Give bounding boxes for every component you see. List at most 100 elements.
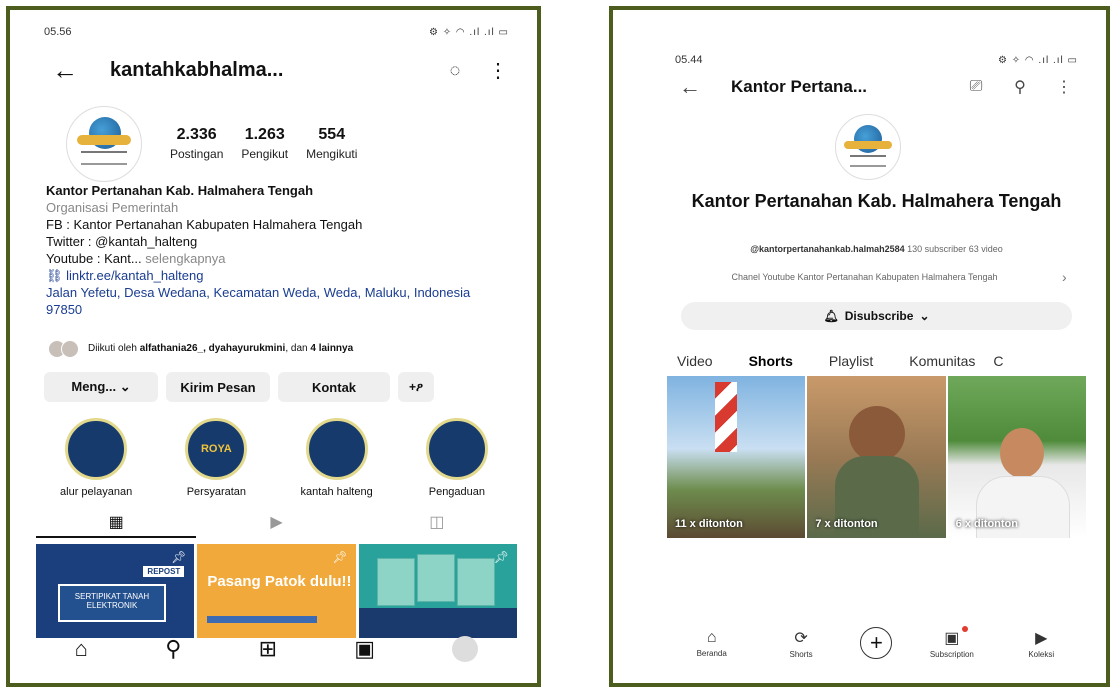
back-arrow-icon[interactable]: ← — [42, 55, 110, 86]
profile-stats: 2.336 Postingan 1.263 Pengikut 554 Mengi… — [170, 126, 509, 161]
bottom-navigation: ⌂ Beranda ⟳ Shorts + ▣ Subscription ▶ Ko… — [667, 619, 1086, 667]
person-graphic — [999, 428, 1044, 478]
short-thumbnail[interactable]: 6 x ditonton — [947, 376, 1086, 538]
channel-avatar[interactable] — [835, 114, 901, 180]
profile-action-buttons: Meng... ⌄ Kirim Pesan Kontak +ዖ — [44, 372, 509, 402]
stat-followers[interactable]: 1.263 Pengikut — [241, 126, 288, 161]
create-plus-icon[interactable]: + — [860, 627, 893, 659]
post-thumbnail[interactable]: 📌︎ Pasang Patok dulu!! — [197, 544, 356, 638]
search-icon[interactable]: ⚲ — [165, 636, 181, 662]
reels-tab-icon[interactable]: ▶ — [196, 512, 356, 538]
nav-library[interactable]: ▶ Koleksi — [1011, 628, 1071, 659]
more-options-icon[interactable]: ⋮ — [1042, 77, 1086, 97]
subscriber-count: 130 subscriber — [907, 244, 967, 254]
tab-community[interactable]: Komunitas — [887, 353, 989, 369]
short-thumbnail[interactable]: 7 x ditonton — [807, 376, 946, 538]
bio-youtube-line: Youtube : Kant... selengkapnya — [46, 250, 507, 267]
nav-home-label: Beranda — [696, 648, 727, 658]
stat-following[interactable]: 554 Mengikuti — [306, 126, 357, 161]
stat-following-label: Mengikuti — [306, 147, 358, 161]
link-icon: ⛓ — [46, 268, 63, 283]
bell-icon: 🔔︎ — [823, 309, 839, 323]
instagram-screenshot-frame: 05.56 ⚙ ✧ ◠ .ıl .ıl ▭ ← kantahkabhalma..… — [6, 6, 541, 687]
short-views: 7 x ditonton — [815, 518, 878, 530]
highlight-label: Persyaratan — [186, 486, 247, 498]
followed-by-prefix: Diikuti oleh — [88, 343, 137, 354]
see-more-link[interactable]: selengkapnya — [145, 251, 225, 266]
highlight-cover: ROYA — [185, 418, 248, 480]
profile-bio: Kantor Pertanahan Kab. Halmahera Tengah … — [46, 182, 507, 318]
post-graphic — [416, 554, 455, 602]
status-icons: ⚙ ✧ ◠ .ıl .ıl ▭ — [429, 26, 509, 38]
nav-shorts[interactable]: ⟳ Shorts — [771, 628, 831, 659]
highlight-cover — [425, 418, 488, 480]
subscribed-button[interactable]: 🔔︎ Disubscribe ⌄ — [681, 302, 1072, 330]
subscription-icon: ▣ — [944, 629, 960, 647]
bio-link: linktr.ee/kantah_halteng — [66, 268, 204, 283]
contact-button[interactable]: Kontak — [278, 372, 390, 402]
grid-tab-icon[interactable]: ▦ — [36, 512, 197, 538]
highlight-pengaduan[interactable]: Pengaduan — [407, 418, 507, 504]
followed-by-text: Diikuti oleh alfathania26_, dyahayurukmi… — [88, 343, 353, 355]
nav-home[interactable]: ⌂ Beranda — [682, 629, 742, 658]
home-icon: ⌂ — [706, 628, 717, 646]
bio-category: Organisasi Pemerintah — [46, 200, 179, 215]
person-graphic — [849, 406, 906, 462]
send-message-button[interactable]: Kirim Pesan — [166, 372, 270, 402]
channel-description: Chanel Youtube Kantor Pertanahan Kabupat… — [731, 272, 998, 282]
channel-meta: @kantorpertanahankab.halmah2584 130 subs… — [667, 244, 1086, 254]
bio-facebook: FB : Kantor Pertanahan Kabupaten Halmahe… — [46, 217, 363, 232]
short-views: 11 x ditonton — [675, 518, 743, 530]
post-thumbnail[interactable]: 📌︎ REPOST SERTIPIKAT TANAH ELEKTRONIK — [36, 544, 195, 638]
highlight-persyaratan[interactable]: ROYA Persyaratan — [166, 418, 266, 504]
bio-link-line[interactable]: ⛓ linktr.ee/kantah_halteng — [46, 267, 507, 284]
post-headline: Pasang Patok dulu!! — [207, 573, 352, 590]
stat-following-value: 554 — [318, 126, 346, 143]
post-graphic: SERTIPIKAT TANAH ELEKTRONIK — [58, 584, 166, 622]
tab-playlist[interactable]: Playlist — [807, 353, 887, 369]
back-arrow-icon[interactable]: ← — [667, 74, 731, 100]
notification-bell-icon[interactable]: ◌ — [425, 60, 485, 81]
add-post-icon[interactable]: ⊞ — [259, 636, 277, 662]
post-thumbnail[interactable]: 📌︎ — [358, 544, 517, 638]
nav-library-label: Koleksi — [1028, 649, 1055, 659]
bio-name: Kantor Pertanahan Kab. Halmahera Tengah — [46, 183, 314, 198]
repost-tag: REPOST — [143, 566, 185, 577]
highlight-kantah-halteng[interactable]: kantah halteng — [287, 418, 387, 504]
stat-posts-value: 2.336 — [176, 126, 217, 143]
status-time: 05.56 — [44, 26, 72, 38]
profile-summary: 2.336 Postingan 1.263 Pengikut 554 Mengi… — [44, 102, 509, 182]
tab-video[interactable]: Video — [667, 353, 727, 369]
tab-truncated[interactable]: C — [989, 353, 1017, 369]
following-button[interactable]: Meng... ⌄ — [44, 372, 158, 402]
search-icon[interactable]: ⚲ — [998, 77, 1042, 97]
bio-address[interactable]: Jalan Yefetu, Desa Wedana, Kecamatan Wed… — [46, 284, 507, 318]
followed-by-and: , dan — [285, 343, 308, 354]
tab-shorts[interactable]: Shorts — [727, 353, 807, 369]
profile-username: kantahkabhalma... — [110, 58, 284, 81]
chevron-right-icon: › — [1062, 269, 1067, 285]
pin-icon: 📌︎ — [332, 550, 348, 564]
profile-avatar-icon[interactable] — [452, 636, 479, 662]
cast-icon[interactable]: ⎚ — [954, 78, 998, 96]
followed-by[interactable]: Diikuti oleh alfathania26_, dyahayurukmi… — [48, 334, 509, 364]
status-icons: ⚙ ✧ ◠ .ıl .ıl ▭ — [998, 54, 1078, 66]
reels-icon[interactable]: ▣ — [354, 636, 375, 662]
agency-logo-wing — [844, 141, 892, 149]
tagged-tab-icon[interactable]: ◫ — [357, 512, 517, 538]
highlight-alur-pelayanan[interactable]: alur pelayanan — [46, 418, 146, 504]
channel-description-row[interactable]: Chanel Youtube Kantor Pertanahan Kabupat… — [667, 262, 1086, 292]
status-bar: 05.44 ⚙ ✧ ◠ .ıl .ıl ▭ — [675, 50, 1078, 70]
stat-posts[interactable]: 2.336 Postingan — [170, 126, 223, 161]
agency-logo-wing — [77, 135, 131, 145]
posts-grid: 📌︎ REPOST SERTIPIKAT TANAH ELEKTRONIK 📌︎… — [36, 544, 517, 638]
home-icon[interactable]: ⌂ — [75, 636, 88, 662]
suggest-user-icon[interactable]: +ዖ — [398, 372, 434, 402]
nav-subscription-label: Subscription — [929, 649, 974, 659]
subscribed-label: Disubscribe — [844, 309, 914, 323]
nav-subscription[interactable]: ▣ Subscription — [922, 625, 982, 659]
more-options-icon[interactable]: ⋮ — [485, 58, 511, 83]
short-thumbnail[interactable]: 11 x ditonton — [667, 376, 806, 538]
post-graphic — [207, 616, 318, 623]
profile-avatar[interactable] — [66, 106, 142, 182]
